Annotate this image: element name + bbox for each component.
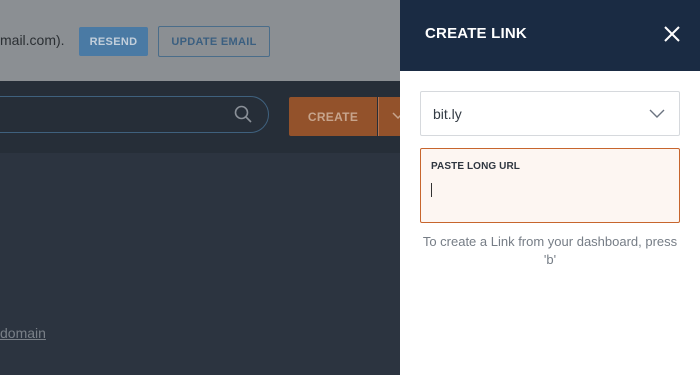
long-url-field[interactable]: PASTE LONG URL [420, 148, 680, 223]
update-email-button[interactable]: UPDATE EMAIL [158, 26, 270, 57]
domain-select[interactable]: bit.ly [420, 91, 680, 136]
domain-select-value: bit.ly [433, 106, 462, 122]
long-url-label: PASTE LONG URL [431, 161, 520, 172]
background-main-area [0, 153, 400, 375]
close-icon[interactable] [660, 22, 684, 46]
chevron-down-icon [392, 112, 404, 120]
search-input[interactable] [0, 96, 269, 133]
email-notice-text: mail.com). [0, 32, 65, 48]
resend-button[interactable]: RESEND [79, 27, 148, 56]
long-url-input[interactable] [429, 179, 673, 203]
search-icon[interactable] [234, 105, 252, 123]
panel-title: CREATE LINK [425, 25, 527, 42]
chevron-down-icon [649, 109, 665, 118]
text-cursor [431, 183, 432, 197]
create-link-panel: CREATE LINK bit.ly PASTE LONG URL To cre… [400, 0, 700, 375]
create-dropdown-button[interactable] [378, 97, 404, 136]
create-button[interactable]: CREATE [289, 97, 377, 136]
panel-header: CREATE LINK [400, 0, 700, 71]
keyboard-shortcut-hint: To create a Link from your dashboard, pr… [422, 234, 678, 267]
domain-link[interactable]: domain [0, 325, 46, 341]
